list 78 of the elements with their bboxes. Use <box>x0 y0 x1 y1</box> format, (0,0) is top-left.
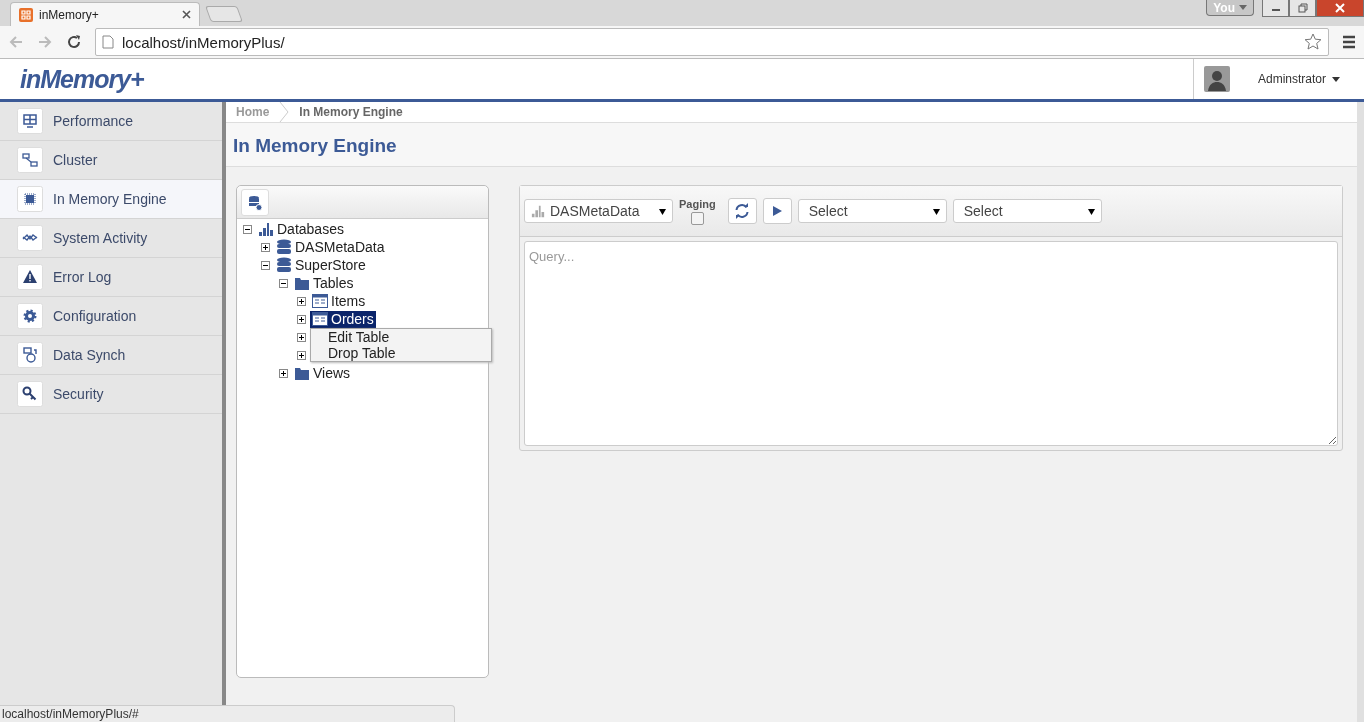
caret-icon <box>659 207 666 215</box>
close-icon[interactable] <box>182 10 191 19</box>
database-dropdown[interactable]: DASMetaData <box>524 199 673 223</box>
minimize-button[interactable] <box>1262 0 1289 17</box>
expander-icon[interactable] <box>297 296 306 306</box>
caret-icon <box>1332 76 1341 82</box>
close-button[interactable] <box>1316 0 1364 17</box>
warning-icon <box>17 264 43 290</box>
user-avatar-icon <box>1204 66 1230 92</box>
select-dropdown[interactable]: Select <box>952 199 1102 223</box>
expander-icon[interactable] <box>279 278 288 288</box>
tree-node[interactable]: Tables <box>292 274 356 292</box>
sidebar-item[interactable]: System Activity <box>0 219 222 258</box>
bar-chart-icon <box>258 221 274 237</box>
caret-icon <box>1087 207 1095 215</box>
user-menu[interactable]: Adminstrator <box>1252 71 1347 87</box>
table-icon <box>312 311 328 327</box>
tree-node[interactable]: Orders <box>310 310 376 328</box>
sidebar-item[interactable]: Data Synch <box>0 336 222 375</box>
restore-button[interactable] <box>1289 0 1316 17</box>
menu-item[interactable]: Drop Table <box>311 345 491 361</box>
app-logo[interactable]: inMemory+ <box>20 64 1193 94</box>
close-icon <box>1335 3 1345 13</box>
app-icon <box>19 7 33 22</box>
tree-node[interactable]: Items <box>310 292 368 310</box>
database-add-icon <box>248 194 262 211</box>
settings-icon <box>17 303 43 329</box>
query-field[interactable]: Query... <box>524 241 1338 446</box>
bar-chart-icon <box>531 204 545 218</box>
page-title: In Memory Engine <box>226 123 1357 167</box>
table-icon <box>312 293 328 309</box>
play-icon <box>771 205 784 217</box>
menu-icon[interactable] <box>1342 35 1356 49</box>
database-icon <box>276 239 292 255</box>
run-button[interactable] <box>762 198 792 224</box>
reload-icon[interactable] <box>66 34 82 50</box>
restore-icon <box>1297 3 1308 13</box>
key-icon <box>17 381 43 407</box>
expander-icon[interactable] <box>243 224 252 234</box>
database-icon <box>276 257 292 273</box>
tree-node[interactable]: SuperStore <box>274 256 368 274</box>
network-icon <box>17 147 43 173</box>
caret-icon <box>1239 5 1247 10</box>
expander-icon[interactable] <box>297 314 306 324</box>
status-url: localhost/inMemoryPlus/# <box>0 705 455 722</box>
chevron-icon <box>279 102 290 122</box>
expander-icon[interactable] <box>261 242 270 252</box>
sidebar-item[interactable]: Configuration <box>0 297 222 336</box>
sidebar-item[interactable]: In Memory Engine <box>0 180 222 219</box>
paging-checkbox[interactable] <box>690 211 704 225</box>
folder-icon <box>294 365 310 381</box>
sidebar-item[interactable]: Error Log <box>0 258 222 297</box>
sidebar-item[interactable]: Performance <box>0 102 222 141</box>
tree-node[interactable]: DASMetaData <box>274 238 387 256</box>
select-dropdown[interactable]: Select <box>797 199 947 223</box>
tree-node[interactable]: Views <box>292 364 353 382</box>
expander-icon[interactable] <box>279 368 288 378</box>
expander-icon[interactable] <box>297 332 306 342</box>
monitor-icon <box>17 108 43 134</box>
activity-icon <box>17 225 43 251</box>
folder-icon <box>294 275 310 291</box>
browser-tab[interactable]: inMemory+ <box>10 2 200 26</box>
address-bar[interactable]: localhost/inMemoryPlus/ <box>95 28 1329 56</box>
breadcrumb-current: In Memory Engine <box>299 105 403 119</box>
refresh-icon <box>734 203 751 219</box>
chip-icon <box>17 186 43 212</box>
expander-icon[interactable] <box>261 260 270 270</box>
paging-label: Paging <box>679 197 716 210</box>
menu-item[interactable]: Edit Table <box>311 329 491 345</box>
expander-icon[interactable] <box>297 350 306 360</box>
star-icon[interactable] <box>1304 33 1322 51</box>
tree-node[interactable]: Databases <box>256 220 346 238</box>
caret-icon <box>932 207 940 215</box>
sidebar-item[interactable]: Security <box>0 375 222 414</box>
refresh-button[interactable] <box>727 198 757 224</box>
tab-title: inMemory+ <box>39 7 100 22</box>
add-database-button[interactable] <box>241 189 269 216</box>
page-icon <box>102 35 114 49</box>
